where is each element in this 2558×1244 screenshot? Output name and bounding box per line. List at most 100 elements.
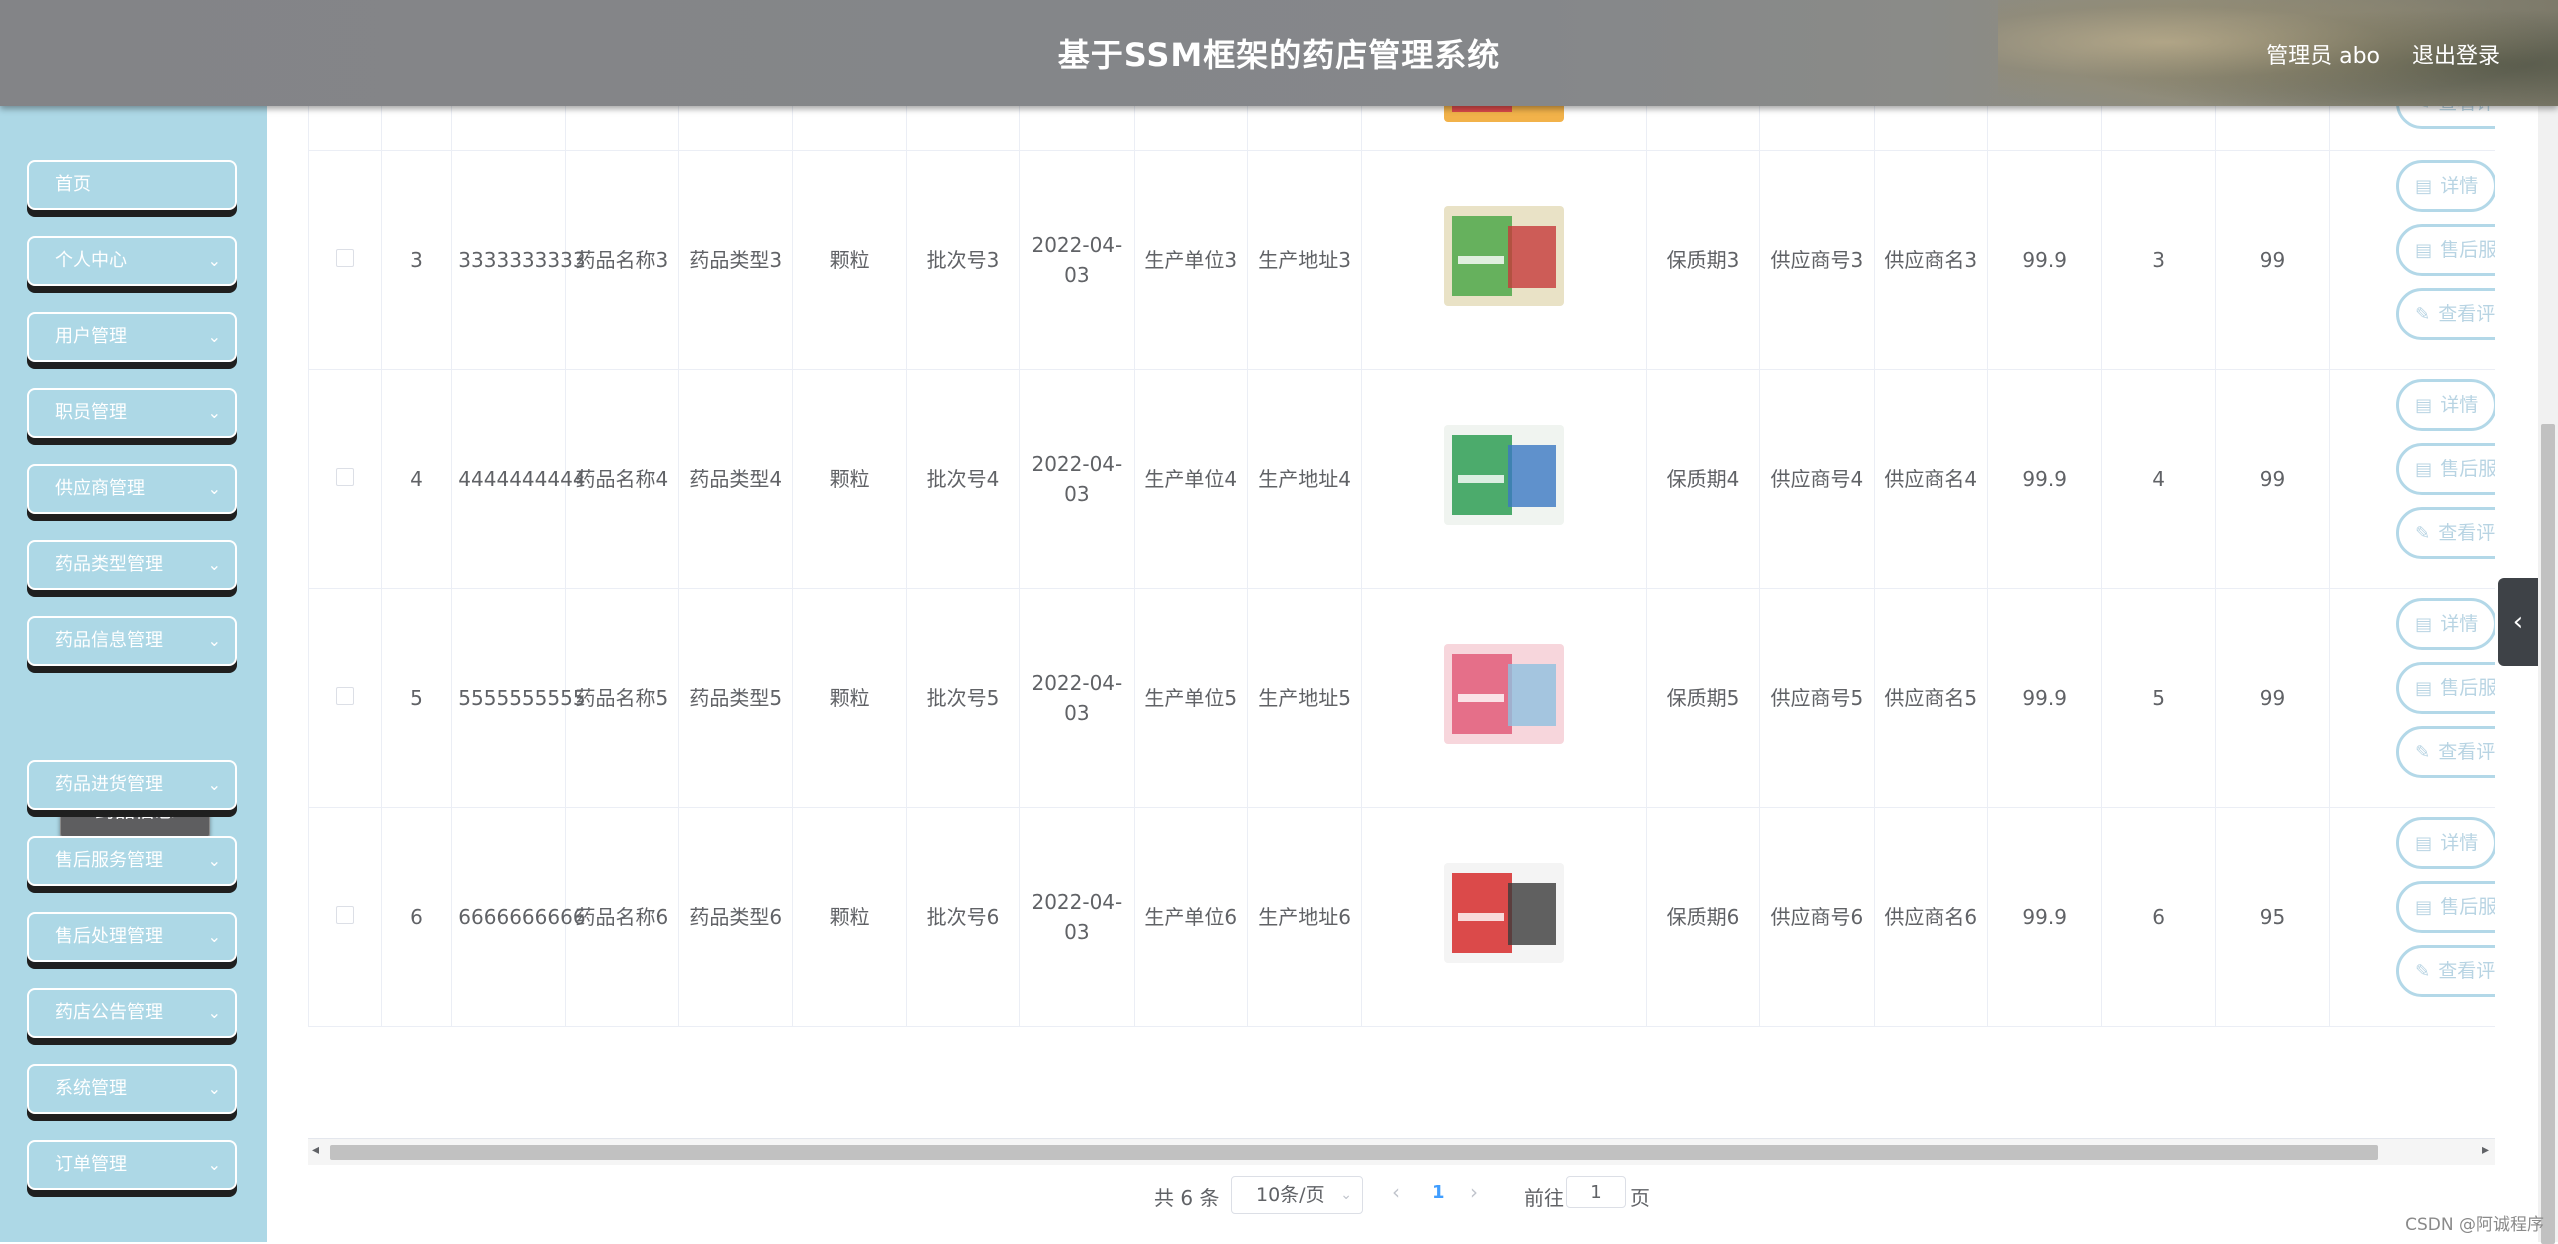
action-buttons: ▤详情▤药品进货▤售后服务✎修改✎查看评论🗑删除 — [2330, 160, 2495, 360]
goto-page-input[interactable] — [1566, 1176, 1626, 1208]
detail-button[interactable]: ▤ 详情 — [2396, 598, 2495, 650]
document-icon: ▤ — [2415, 395, 2433, 416]
edit-icon: ✎ — [2415, 742, 2431, 763]
cell-form: 颗粒 — [792, 369, 907, 589]
action-buttons: ▤详情▤药品进货▤售后服务✎修改✎查看评论🗑删除 — [2330, 817, 2495, 1017]
product-image — [1438, 196, 1570, 316]
row-checkbox-cell — [308, 807, 382, 1027]
chevron-down-icon: ⌄ — [207, 1003, 221, 1022]
cell-date: 2022-04-03 — [1019, 150, 1135, 370]
cell-sup_no: 供应商号4 — [1759, 369, 1875, 589]
collapse-panel-chevron-icon[interactable]: ‹ — [2498, 578, 2538, 666]
sidebar-item-label: 药品进货管理 — [55, 774, 163, 795]
button-label: 售后服务 — [2440, 458, 2495, 480]
view-comments-button[interactable]: ✎ 查看评论 — [2396, 288, 2495, 340]
page-size-value: 10条/页 — [1256, 1184, 1325, 1206]
chevron-down-icon: ⌄ — [207, 851, 221, 870]
page-title: 基于SSM框架的药店管理系统 — [1057, 36, 1501, 74]
sidebar-item-7[interactable]: 药品进货管理 ⌄ — [27, 760, 237, 810]
button-label: 查看评论 — [2438, 960, 2495, 982]
cell-code: 4444444444 — [451, 369, 586, 589]
cell-addr: 生产地址5 — [1246, 588, 1363, 808]
view-comments-button[interactable]: ✎ 查看评论 — [2396, 726, 2495, 778]
cell-sup_no: 供应商号6 — [1759, 807, 1875, 1027]
cell-sup_name: 供应商名3 — [1873, 150, 1988, 370]
action-buttons: ▤详情▤药品进货▤售后服务✎修改✎查看评论🗑删除 — [2330, 598, 2495, 798]
sidebar-item-3[interactable]: 职员管理 ⌄ — [27, 388, 237, 438]
cell-sup_name: 供应商名5 — [1873, 588, 1988, 808]
cell-batch: 批次号5 — [905, 588, 1021, 808]
cell-name: 药品名称5 — [564, 588, 680, 808]
sidebar-item-9[interactable]: 售后处理管理 ⌄ — [27, 912, 237, 962]
cell-batch: 批次号3 — [905, 150, 1021, 370]
cell-shelf: 保质期6 — [1645, 807, 1761, 1027]
view-comments-button[interactable]: ✎ 查看评论 — [2396, 945, 2495, 997]
view-comments-button[interactable]: ✎ 查看评论 — [2396, 507, 2495, 559]
button-label: 售后服务 — [2440, 239, 2495, 261]
sidebar-item-0[interactable]: 首页 — [27, 160, 237, 210]
cell-form: 颗粒 — [792, 150, 907, 370]
chevron-down-icon: ⌄ — [207, 327, 221, 346]
sidebar-item-label: 售后服务管理 — [55, 850, 163, 871]
cell-addr: 生产地址6 — [1246, 807, 1363, 1027]
scroll-left-arrow-icon[interactable]: ◂ — [312, 1142, 319, 1158]
horizontal-scrollbar[interactable]: ◂ ▸ — [308, 1138, 2495, 1165]
logout-link[interactable]: 退出登录 — [2412, 38, 2500, 70]
scroll-right-arrow-icon[interactable]: ▸ — [2482, 1142, 2489, 1158]
sidebar-item-11[interactable]: 系统管理 ⌄ — [27, 1064, 237, 1114]
drug-table: 22222222222药品名称2药品类型2颗粒批次号22022-04-03生产单… — [308, 0, 2495, 1030]
sidebar-item-5[interactable]: 药品类型管理 ⌄ — [27, 540, 237, 590]
cell-sup_name: 供应商名6 — [1873, 807, 1988, 1027]
cell-maker: 生产单位4 — [1133, 369, 1248, 589]
row-checkbox[interactable] — [335, 249, 354, 267]
action-buttons: ▤详情▤药品进货▤售后服务✎修改✎查看评论🗑删除 — [2330, 379, 2495, 579]
button-label: 查看评论 — [2438, 303, 2495, 325]
row-checkbox[interactable] — [335, 687, 354, 705]
sidebar-item-label: 供应商管理 — [55, 478, 145, 499]
sidebar-item-8[interactable]: 售后服务管理 ⌄ — [27, 836, 237, 886]
aftersale-button[interactable]: ▤ 售后服务 — [2396, 881, 2495, 933]
sidebar-item-label: 职员管理 — [55, 402, 127, 423]
goto-suffix-label: 页 — [1630, 1186, 1650, 1210]
row-checkbox[interactable] — [335, 468, 354, 486]
detail-button[interactable]: ▤ 详情 — [2396, 817, 2495, 869]
sidebar-item-1[interactable]: 个人中心 ⌄ — [27, 236, 237, 286]
sidebar-item-2[interactable]: 用户管理 ⌄ — [27, 312, 237, 362]
aftersale-button[interactable]: ▤ 售后服务 — [2396, 224, 2495, 276]
detail-button[interactable]: ▤ 详情 — [2396, 160, 2495, 212]
table-row: 5 5555555555 药品名称5 药品类型5 颗粒 批次号5 2022-04-03 生产单… — [308, 588, 2495, 808]
sidebar-item-6[interactable]: 药品信息管理 ⌄ — [27, 616, 237, 666]
cell-price: 99.9 — [1986, 588, 2103, 808]
button-label: 售后服务 — [2440, 896, 2495, 918]
cell-image — [1361, 150, 1647, 370]
button-label: 详情 — [2440, 613, 2479, 635]
aftersale-button[interactable]: ▤ 售后服务 — [2396, 443, 2495, 495]
horizontal-scroll-thumb[interactable] — [330, 1145, 2378, 1160]
aftersale-button[interactable]: ▤ 售后服务 — [2396, 662, 2495, 714]
vertical-scroll-thumb[interactable] — [2541, 424, 2555, 1244]
row-actions: ▤详情▤药品进货▤售后服务✎修改✎查看评论🗑删除 — [2329, 369, 2495, 589]
cell-sup_name: 供应商名4 — [1873, 369, 1988, 589]
row-checkbox[interactable] — [335, 906, 354, 924]
sidebar-item-label: 售后处理管理 — [55, 926, 163, 947]
prev-page-icon[interactable]: ‹ — [1392, 1180, 1400, 1204]
product-image — [1438, 415, 1570, 535]
document-icon: ▤ — [2415, 833, 2433, 854]
cell-shelf: 保质期3 — [1645, 150, 1761, 370]
chevron-down-icon: ⌄ — [207, 775, 221, 794]
cell-image — [1361, 369, 1647, 589]
page-size-select[interactable]: 10条/页 ⌄ — [1231, 1176, 1363, 1214]
row-checkbox-cell — [308, 150, 382, 370]
product-image — [1438, 853, 1570, 973]
next-page-icon[interactable]: › — [1470, 1180, 1478, 1204]
document-icon: ▤ — [2415, 240, 2433, 261]
sidebar-item-label: 药品类型管理 — [55, 554, 163, 575]
sidebar-item-4[interactable]: 供应商管理 ⌄ — [27, 464, 237, 514]
sidebar-item-label: 订单管理 — [55, 1154, 127, 1175]
cell-name: 药品名称4 — [564, 369, 680, 589]
page-number-current[interactable]: 1 — [1432, 1182, 1445, 1203]
detail-button[interactable]: ▤ 详情 — [2396, 379, 2495, 431]
cell-name: 药品名称3 — [564, 150, 680, 370]
sidebar-item-10[interactable]: 药店公告管理 ⌄ — [27, 988, 237, 1038]
vertical-scrollbar[interactable] — [2538, 106, 2558, 1244]
